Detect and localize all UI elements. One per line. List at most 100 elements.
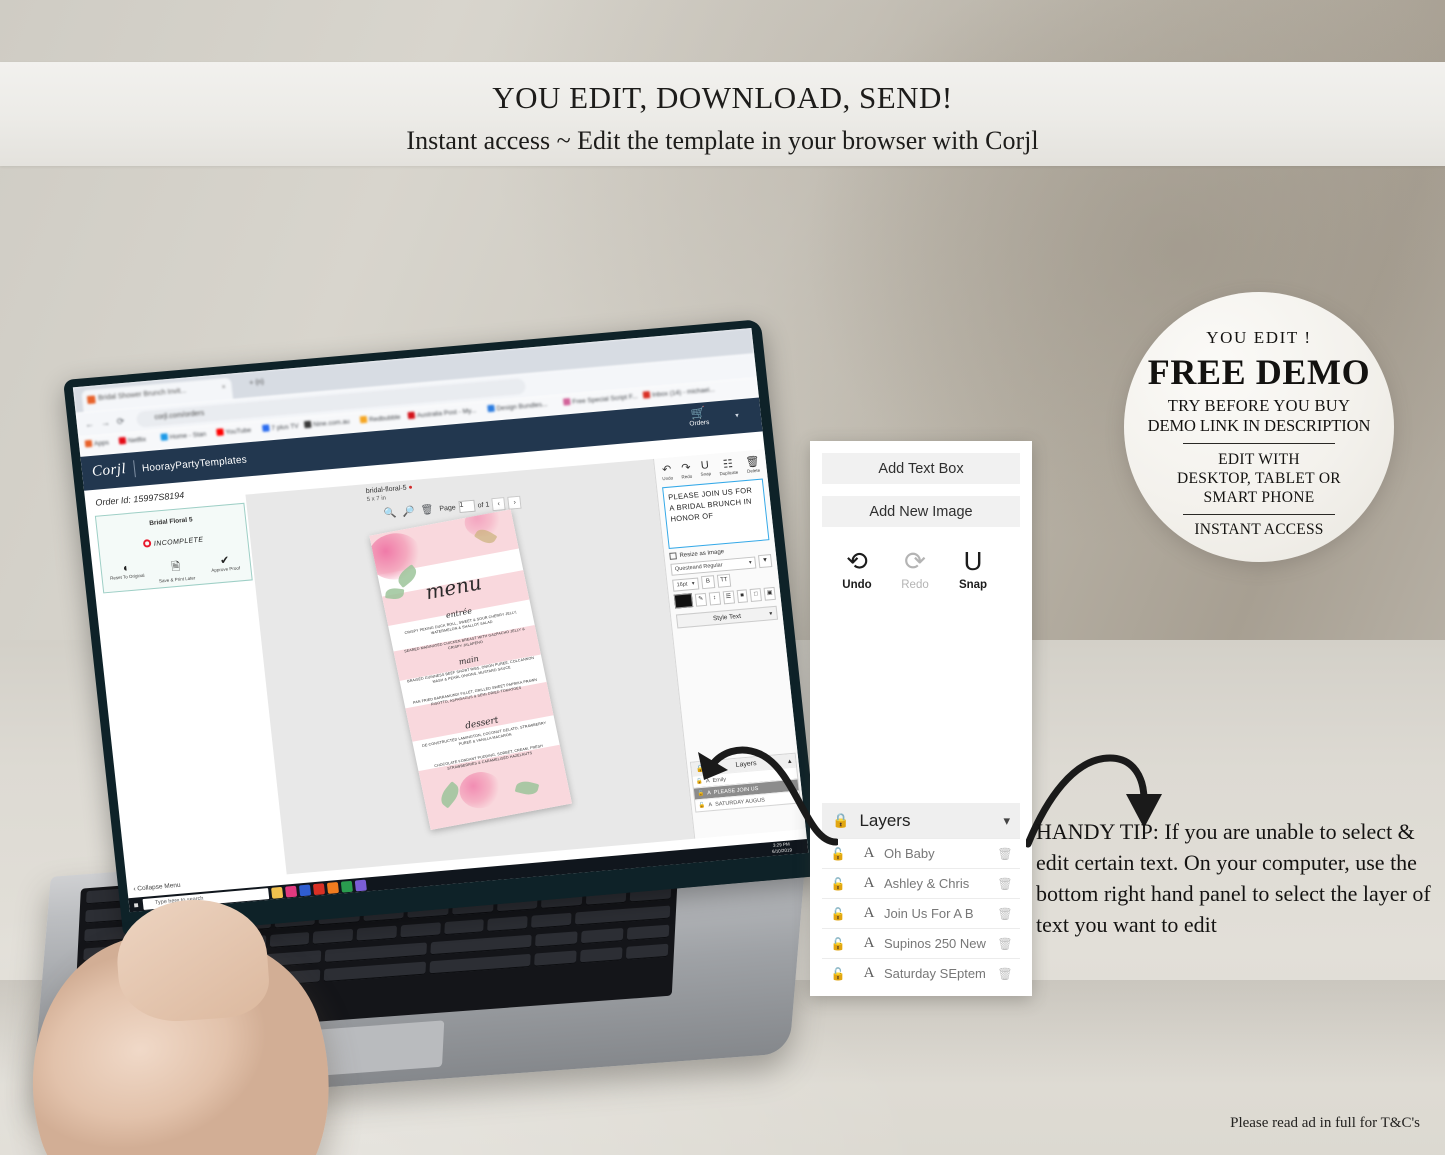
trash-icon[interactable]: 🗑 [990, 937, 1020, 951]
layers-section[interactable]: 🔒 Layers ▾ 🔓 A Oh Baby 🗑 🔓 A Ashley & Ch… [822, 803, 1020, 988]
selected-text-editor[interactable]: PLEASE JOIN US FOR A BRIDAL BRUNCH IN HO… [662, 478, 770, 549]
eyedropper-icon[interactable]: ✎ [694, 592, 707, 607]
lock-icon[interactable]: 🔓 [822, 937, 854, 951]
layer-row[interactable]: 🔓 A Supinos 250 New 🗑 [822, 928, 1020, 958]
style-text-accordion[interactable]: Style Text ▾ [675, 605, 779, 629]
zoom-in-icon[interactable]: 🔍 [383, 507, 397, 519]
taskbar-app-icon[interactable] [284, 885, 298, 898]
layer-row[interactable]: 🔓 A Join Us For A B 🗑 [822, 898, 1020, 928]
line-height-icon[interactable]: ↕ [708, 591, 721, 606]
crop-icon[interactable]: ▣ [763, 586, 776, 601]
layer-name: Oh Baby [884, 846, 935, 861]
chevron-down-icon[interactable]: ▾ [1003, 813, 1010, 829]
layer-row[interactable]: 🔓 A Saturday SEptem 🗑 [822, 958, 1020, 988]
bookmark-item[interactable]: 7 plus TV [262, 422, 299, 433]
tab-close-icon[interactable]: × [221, 384, 226, 391]
bookmark-item[interactable]: Nine.com.au [303, 417, 350, 429]
bold-button[interactable]: B [700, 575, 716, 590]
taskbar-app-icon[interactable] [312, 882, 326, 895]
trash-icon[interactable]: 🗑 [990, 907, 1020, 921]
page-label: Page [439, 503, 457, 513]
demo-instant: INSTANT ACCESS [1194, 521, 1324, 538]
order-card-actions[interactable]: ◐ Reset To Original 🗎 Save & Print Later ✔… [101, 552, 251, 589]
editor-canvas-area[interactable]: bridal-floral-5 ● 5 x 7 in 🔍 🔎 🗑 Page 1 … [245, 459, 695, 875]
windows-start-icon[interactable]: ■ [129, 900, 144, 910]
font-size-select[interactable]: 16pt ▾ [672, 577, 700, 592]
taskbar-app-icon[interactable] [326, 881, 339, 894]
forward-icon[interactable]: → [100, 417, 110, 428]
back-icon[interactable]: ← [84, 419, 94, 430]
resize-checkbox[interactable] [669, 552, 677, 560]
redo-icon: ↷ [680, 461, 692, 475]
layers-header[interactable]: 🔒 Layers ▾ [822, 803, 1020, 838]
add-text-box-button[interactable]: Add Text Box [822, 453, 1020, 484]
laptop-mockup: MacBook Pro Bridal Shower Brunch Invit..… [0, 319, 821, 1155]
corjl-logo[interactable]: Corjl [91, 461, 127, 481]
taskbar-app-icon[interactable] [354, 879, 367, 891]
redo-button[interactable]: ⟳ Redo [894, 547, 936, 593]
zoom-out-icon[interactable]: 🔎 [402, 505, 416, 517]
bookmark-item[interactable]: Free Special Script F... [562, 392, 638, 406]
tab-favicon [86, 395, 96, 405]
save-print-later-button[interactable]: 🗎 Save & Print Later [153, 556, 199, 584]
align-icon[interactable]: ☰ [722, 589, 735, 604]
bookmark-item[interactable]: Home - Stan [160, 430, 207, 442]
trash-icon[interactable]: 🗑 [420, 504, 434, 516]
reload-icon[interactable]: ⟳ [116, 416, 125, 428]
layer-back-icon[interactable]: □ [749, 587, 763, 602]
redo-button[interactable]: ↷ Redo [680, 461, 693, 480]
terms-note: Please read ad in full for T&C's [1230, 1115, 1420, 1131]
layer-row[interactable]: 🔓 A Ashley & Chris 🗑 [822, 868, 1020, 898]
trash-icon[interactable]: 🗑 [990, 847, 1020, 861]
demo-headline: FREE DEMO [1147, 352, 1371, 392]
delete-button[interactable]: 🗑 Delete [745, 455, 761, 474]
orders-button[interactable]: 🛒 Orders [676, 404, 722, 429]
taskbar-app-icon[interactable] [271, 886, 284, 899]
taskbar-app-icon[interactable] [340, 880, 353, 893]
bookmark-item[interactable]: Netflix [118, 435, 146, 445]
add-new-image-button[interactable]: Add New Image [822, 496, 1020, 527]
bookmark-item[interactable]: YouTube [216, 426, 251, 437]
chevron-down-icon[interactable]: ▾ [735, 411, 739, 419]
taskbar-app-icon[interactable] [298, 883, 312, 896]
text-layer-icon: A [863, 875, 875, 891]
undo-button[interactable]: ⟲ Undo [836, 547, 878, 593]
next-page-button[interactable]: › [507, 495, 522, 510]
layer-front-icon[interactable]: ■ [736, 588, 749, 603]
bookmark-item[interactable]: Australia Post - My... [407, 406, 477, 420]
bookmark-item[interactable]: Inbox (14) - michael... [642, 385, 715, 399]
layer-name: Saturday SEptem [884, 966, 986, 981]
bookmark-item[interactable]: Design Bundles... [487, 400, 548, 413]
menu-template-preview[interactable]: menu entrée CRISPY PEKING DUCK ROLL, SWE… [368, 509, 572, 831]
snap-button[interactable]: U Snap [699, 459, 711, 478]
demo-divider-2 [1183, 514, 1335, 515]
lock-icon[interactable]: 🔓 [822, 907, 854, 921]
lock-icon[interactable]: 🔓 [822, 877, 854, 891]
corjl-floating-panel[interactable]: Add Text Box Add New Image ⟲ Undo ⟳ Redo… [810, 441, 1032, 996]
reset-to-original-button[interactable]: ◐ Reset To Original [104, 560, 150, 588]
panel-tool-row[interactable]: ⟲ Undo ⟳ Redo U Snap [810, 527, 1032, 593]
resize-label: Resize as Image [679, 548, 725, 559]
bookmark-item[interactable]: Redbubble [359, 413, 401, 424]
text-color-swatch[interactable] [673, 593, 694, 609]
prev-page-button[interactable]: ‹ [491, 496, 506, 511]
layer-row[interactable]: 🔓 A Oh Baby 🗑 [822, 838, 1020, 868]
new-tab-button[interactable]: + (n) [249, 379, 264, 387]
text-layer-icon: A [863, 935, 875, 951]
snap-button[interactable]: U Snap [952, 547, 994, 593]
order-card[interactable]: Bridal Floral 5 INCOMPLETE ◐ Reset To Ori… [94, 502, 253, 594]
lock-icon[interactable]: 🔓 [822, 967, 854, 981]
italic-button[interactable]: TT [716, 573, 732, 588]
layer-name: Supinos 250 New [884, 936, 986, 951]
demo-devices-2: SMART PHONE [1203, 489, 1315, 506]
approve-proof-button[interactable]: ✔ Approve Proof [202, 552, 248, 580]
font-browse-button[interactable]: ▼ [757, 554, 773, 569]
page-input[interactable]: 1 [458, 499, 476, 514]
undo-button[interactable]: ↶ Undo [661, 462, 674, 481]
demo-divider-1 [1183, 443, 1335, 444]
arrow-to-laptop-icon [698, 746, 838, 846]
trash-icon[interactable]: 🗑 [990, 967, 1020, 981]
duplicate-button[interactable]: ☷ Duplicate [718, 457, 738, 476]
trash-icon[interactable]: 🗑 [990, 877, 1020, 891]
bookmark-item[interactable]: Apps [84, 438, 109, 448]
